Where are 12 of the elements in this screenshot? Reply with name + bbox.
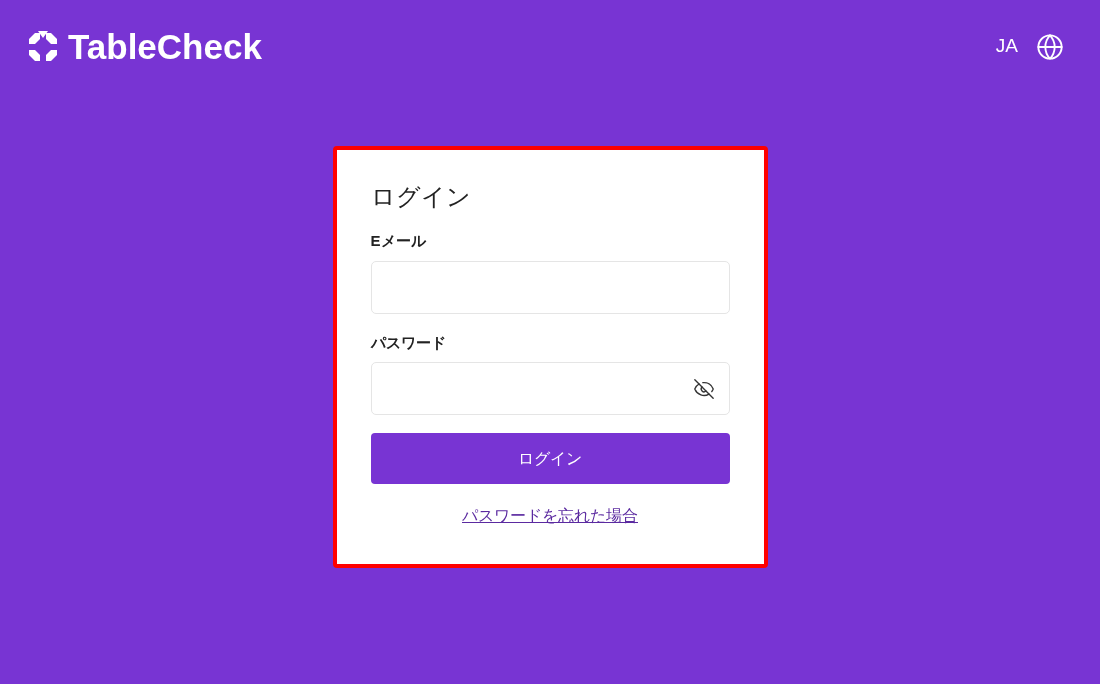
forgot-password-link[interactable]: パスワードを忘れた場合 (462, 504, 638, 528)
brand-name: TableCheck (68, 29, 262, 64)
eye-off-icon[interactable] (692, 377, 715, 400)
password-field[interactable] (370, 362, 730, 415)
field-label: パスワード (370, 332, 447, 353)
logo-icon (26, 29, 60, 64)
field-label: Eメール (370, 231, 427, 251)
login-button[interactable]: ログイン (370, 433, 730, 484)
card-title: ログイン (370, 182, 472, 212)
globe-icon[interactable] (1036, 32, 1064, 61)
email-field[interactable] (370, 260, 730, 314)
language-code[interactable]: JA (995, 32, 1018, 61)
